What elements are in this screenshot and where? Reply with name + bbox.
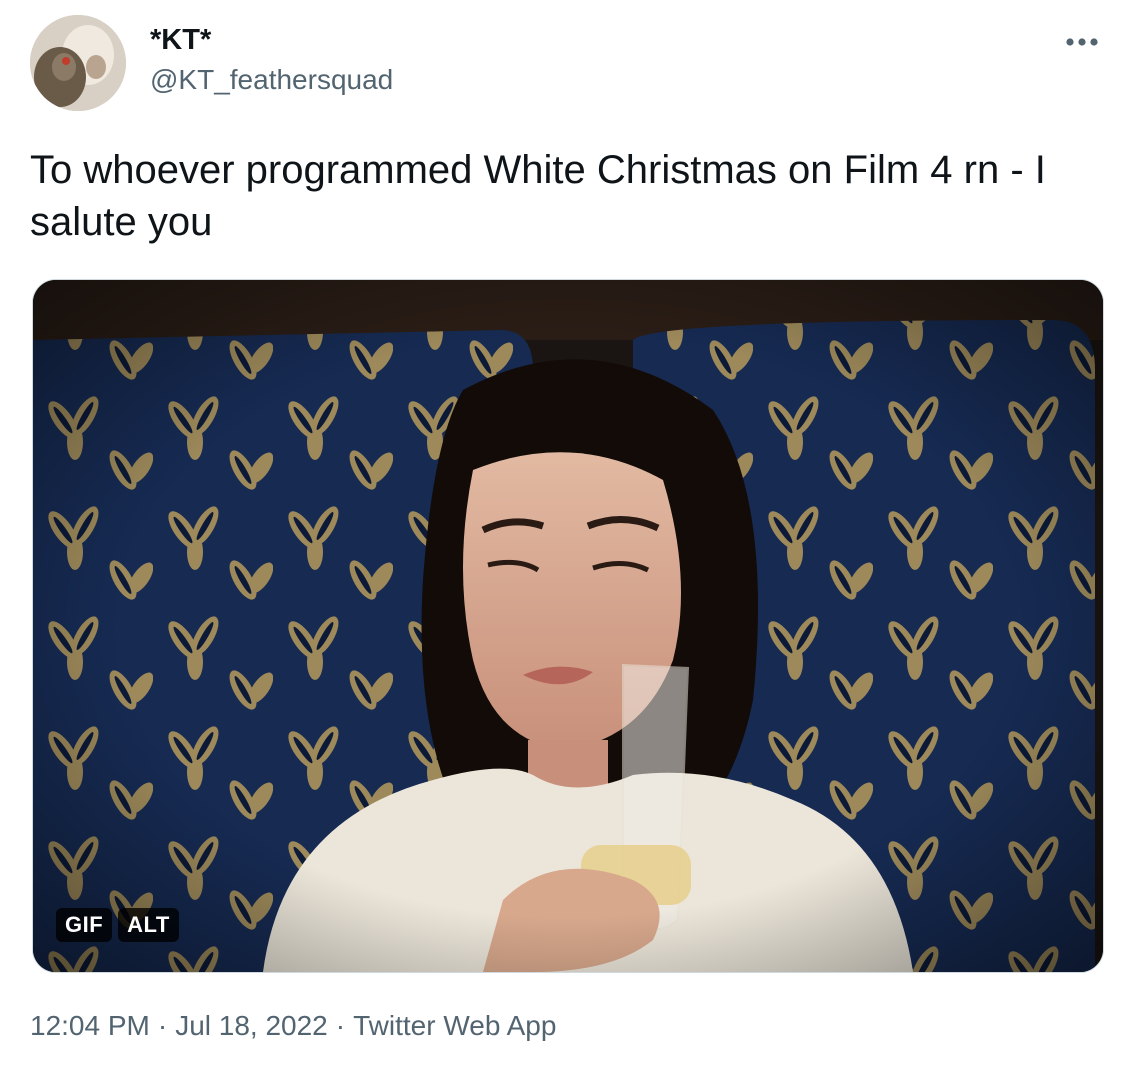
gif-badge: GIF [56, 908, 113, 942]
media-badges: GIF ALT [56, 908, 179, 942]
display-name[interactable]: *KT* [150, 22, 211, 58]
meta-separator: · [157, 1010, 168, 1041]
tweet-meta: 12:04 PM · Jul 18, 2022 · Twitter Web App [30, 1008, 556, 1044]
meta-separator: · [335, 1010, 346, 1041]
tweet-gif[interactable] [32, 279, 1104, 973]
tweet-time-link[interactable]: 12:04 PM [30, 1010, 150, 1041]
tweet-source-link[interactable]: Twitter Web App [353, 1010, 556, 1041]
avatar-photo-icon [30, 15, 126, 111]
alt-text-button[interactable]: ALT [118, 908, 179, 942]
more-options-button[interactable] [1052, 22, 1112, 62]
tweet-text: To whoever programmed White Christmas on… [30, 148, 1046, 244]
user-handle[interactable]: @KT_feathersquad [150, 62, 393, 98]
avatar[interactable] [30, 15, 126, 111]
gif-frame-image [33, 280, 1103, 972]
tweet-date-link[interactable]: Jul 18, 2022 [175, 1010, 328, 1041]
more-horizontal-icon [1066, 38, 1098, 46]
